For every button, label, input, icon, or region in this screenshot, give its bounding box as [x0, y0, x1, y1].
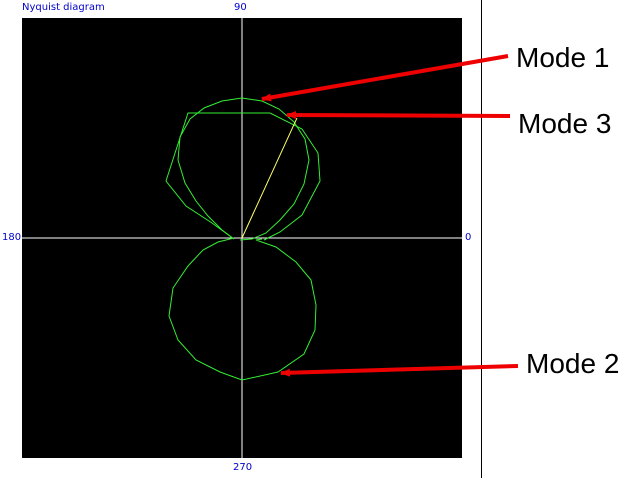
mode-1-arrow [261, 54, 509, 102]
mode-2-arrow [280, 364, 519, 377]
mode-3-label: Mode 3 [518, 108, 612, 139]
mode-2-label: Mode 2 [526, 348, 620, 379]
mode-3-arrow [286, 111, 511, 120]
mode-1-label: Mode 1 [516, 42, 610, 73]
